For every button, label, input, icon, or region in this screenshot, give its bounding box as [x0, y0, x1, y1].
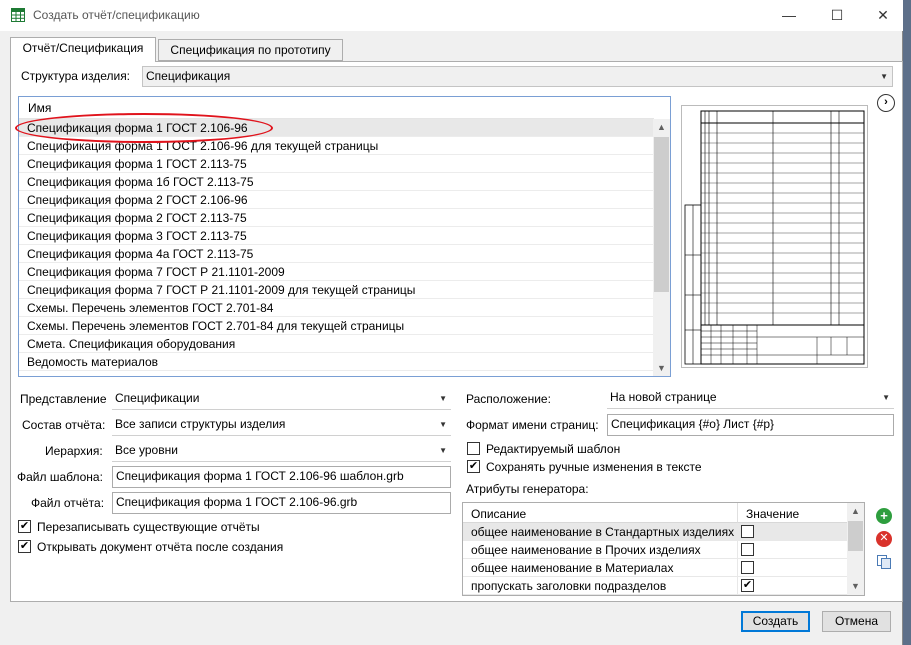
attribute-value-checkbox[interactable]	[741, 525, 754, 538]
composition-select[interactable]: Все записи структуры изделия ▼	[112, 415, 451, 436]
window-title: Создать отчёт/спецификацию	[33, 8, 200, 22]
list-scrollbar[interactable]: ▲ ▼	[653, 119, 670, 376]
list-item[interactable]: Схемы. Перечень элементов ГОСТ 2.701-84 …	[19, 317, 654, 335]
attribute-value-checkbox[interactable]	[741, 561, 754, 574]
overwrite-checkbox[interactable]: ✔	[18, 520, 31, 533]
col-description-header[interactable]: Описание	[463, 503, 738, 523]
open-after-checkbox[interactable]: ✔	[18, 540, 31, 553]
placement-label: Расположение:	[466, 392, 551, 406]
scrollbar-thumb[interactable]	[654, 137, 669, 292]
create-button[interactable]: Создать	[741, 611, 810, 632]
list-header[interactable]: Имя	[19, 97, 654, 119]
copy-icon[interactable]	[876, 554, 892, 570]
title-bar: Создать отчёт/спецификацию — ☐ ✕	[0, 0, 903, 31]
template-file-input[interactable]: Спецификация форма 1 ГОСТ 2.106-96 шабло…	[112, 466, 451, 488]
template-preview	[681, 105, 868, 368]
composition-label: Состав отчёта:	[22, 418, 106, 432]
keep-manual-label: Сохранять ручные изменения в тексте	[486, 460, 702, 474]
list-item[interactable]: Спецификация форма 4а ГОСТ 2.113-75	[19, 245, 654, 263]
template-file-label: Файл шаблона:	[17, 470, 103, 484]
close-button[interactable]: ✕	[860, 0, 906, 31]
minimize-button[interactable]: —	[766, 0, 812, 31]
cancel-button[interactable]: Отмена	[822, 611, 891, 632]
list-item[interactable]: Спецификация форма 3 ГОСТ 2.113-75	[19, 227, 654, 245]
chevron-down-icon: ▼	[882, 393, 890, 402]
structure-select-value: Спецификация	[146, 69, 231, 83]
chevron-down-icon: ▼	[439, 394, 447, 403]
attribute-description: общее наименование в Материалах	[463, 559, 738, 577]
editable-template-label: Редактируемый шаблон	[486, 442, 621, 456]
composition-value: Все записи структуры изделия	[115, 417, 286, 431]
attribute-value-checkbox[interactable]	[741, 543, 754, 556]
delete-icon[interactable]: ✕	[876, 531, 892, 547]
representation-value: Спецификации	[115, 391, 200, 405]
maximize-button[interactable]: ☐	[814, 0, 860, 31]
editable-template-checkbox[interactable]	[467, 442, 480, 455]
chevron-down-icon: ▼	[439, 446, 447, 455]
spreadsheet-icon	[11, 8, 25, 22]
list-item[interactable]: Спецификация форма 7 ГОСТ Р 21.1101-2009…	[19, 281, 654, 299]
attribute-description: общее наименование в Прочих изделиях	[463, 541, 738, 559]
attribute-value-checkbox[interactable]: ✔	[741, 579, 754, 592]
chevron-down-icon: ▼	[880, 72, 888, 81]
chevron-right-icon[interactable]: ›	[877, 94, 895, 112]
page-name-format-input[interactable]: Спецификация {#o} Лист {#p}	[607, 414, 894, 436]
scroll-up-icon[interactable]: ▲	[847, 503, 864, 520]
chevron-down-icon: ▼	[439, 420, 447, 429]
attributes-grid[interactable]: Описание Значение общее наименование в С…	[462, 502, 865, 596]
list-item[interactable]: Спецификация форма 2 ГОСТ 2.113-75	[19, 209, 654, 227]
list-item[interactable]: Спецификация форма 1 ГОСТ 2.106-96 для т…	[19, 137, 654, 155]
attribute-description: общее наименование в Стандартных изделия…	[463, 523, 738, 541]
page-name-format-label: Формат имени страниц:	[466, 418, 599, 432]
list-item[interactable]: Схемы. Перечень элементов ГОСТ 2.701-84	[19, 299, 654, 317]
list-item[interactable]: Спецификация форма 1 ГОСТ 2.113-75	[19, 155, 654, 173]
placement-select[interactable]: На новой странице ▼	[607, 388, 894, 409]
hierarchy-value: Все уровни	[115, 443, 178, 457]
list-item[interactable]: Спецификация форма 1б ГОСТ 2.113-75	[19, 173, 654, 191]
open-after-label: Открывать документ отчёта после создания	[37, 540, 284, 554]
add-icon[interactable]: +	[876, 508, 892, 524]
dialog-window: Создать отчёт/спецификацию — ☐ ✕ Отчёт/С…	[0, 0, 903, 645]
tab-specification-by-prototype[interactable]: Спецификация по прототипу	[158, 39, 343, 61]
col-value-header[interactable]: Значение	[738, 503, 848, 523]
scroll-up-icon[interactable]: ▲	[653, 119, 670, 136]
list-item[interactable]: Спецификация форма 7 ГОСТ Р 21.1101-2009	[19, 263, 654, 281]
attributes-scrollbar[interactable]: ▲ ▼	[847, 503, 864, 595]
overwrite-label: Перезаписывать существующие отчёты	[37, 520, 260, 534]
report-file-input[interactable]: Спецификация форма 1 ГОСТ 2.106-96.grb	[112, 492, 451, 514]
keep-manual-checkbox[interactable]: ✔	[467, 460, 480, 473]
placement-value: На новой странице	[610, 390, 717, 404]
attribute-row[interactable]: общее наименование в Прочих изделиях	[463, 541, 848, 559]
template-list[interactable]: Имя Спецификация форма 1 ГОСТ 2.106-96 С…	[18, 96, 671, 377]
attribute-row[interactable]: общее наименование в Материалах	[463, 559, 848, 577]
scroll-down-icon[interactable]: ▼	[653, 360, 670, 376]
scroll-down-icon[interactable]: ▼	[847, 578, 864, 595]
tab-report-specification[interactable]: Отчёт/Спецификация	[10, 37, 156, 62]
hierarchy-select[interactable]: Все уровни ▼	[112, 441, 451, 462]
list-item[interactable]: Спецификация форма 2 ГОСТ 2.106-96	[19, 191, 654, 209]
scrollbar-thumb[interactable]	[848, 521, 863, 551]
hierarchy-label: Иерархия:	[45, 444, 103, 458]
report-file-label: Файл отчёта:	[31, 496, 105, 510]
attribute-description: пропускать заголовки подразделов	[463, 577, 738, 595]
list-item[interactable]: Спецификация форма 1 ГОСТ 2.106-96	[19, 119, 654, 137]
structure-label: Структура изделия:	[21, 69, 131, 83]
representation-select[interactable]: Спецификации ▼	[112, 389, 451, 410]
structure-select[interactable]: Спецификация ▼	[142, 66, 893, 87]
list-item[interactable]: Ведомость материалов	[19, 353, 654, 371]
attribute-row[interactable]: пропускать заголовки подразделов ✔	[463, 577, 848, 595]
list-item[interactable]: Смета. Спецификация оборудования	[19, 335, 654, 353]
background-window-edge	[903, 0, 911, 645]
representation-label: Представление	[20, 392, 107, 406]
generator-attributes-label: Атрибуты генератора:	[466, 482, 589, 496]
attribute-row[interactable]: общее наименование в Стандартных изделия…	[463, 523, 848, 541]
